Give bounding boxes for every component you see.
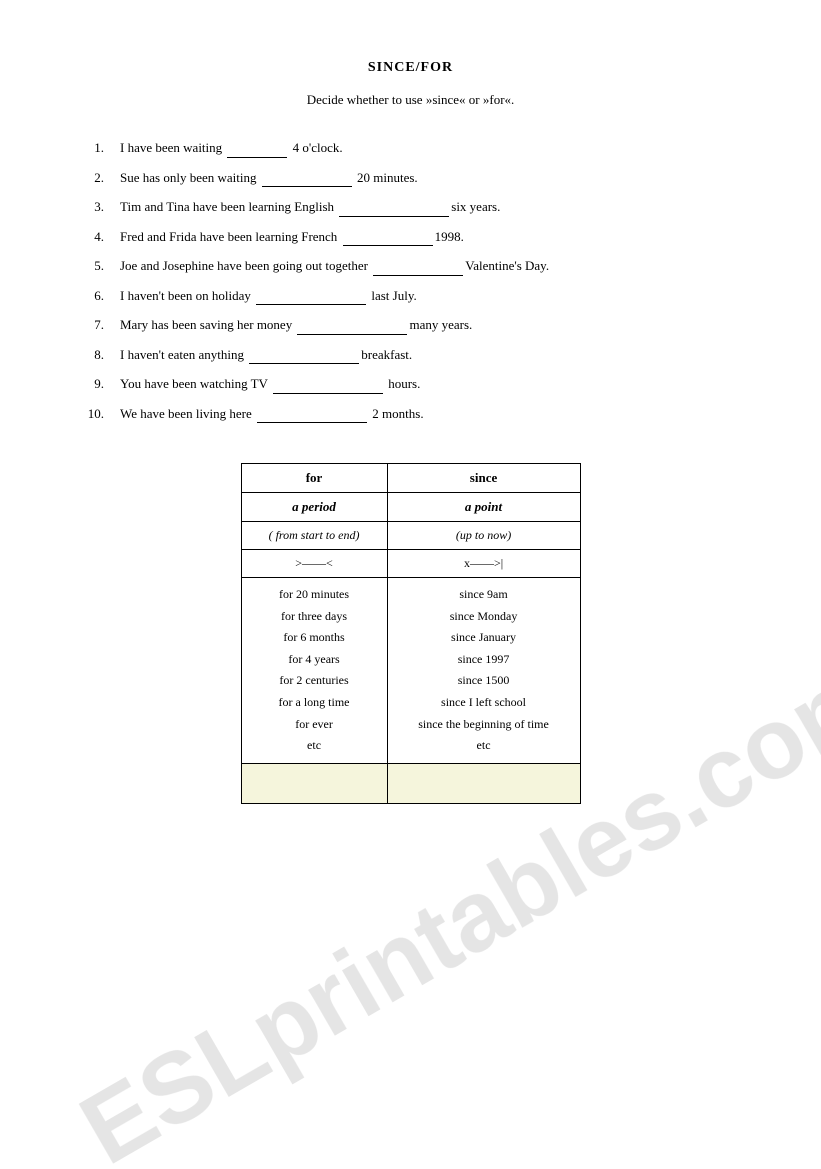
blank-1 (227, 157, 287, 158)
exercise-text-2: Sue has only been waiting 20 minutes. (120, 168, 741, 188)
since-example-2: since Monday (450, 609, 518, 623)
blank-2 (262, 186, 352, 187)
blank-9 (273, 393, 383, 394)
since-example-7: since the beginning of time (418, 717, 549, 731)
exercise-7: 7. Mary has been saving her money many y… (80, 315, 741, 335)
blank-5 (373, 275, 463, 276)
exercise-2: 2. Sue has only been waiting 20 minutes. (80, 168, 741, 188)
exercise-text-4: Fred and Frida have been learning French… (120, 227, 741, 247)
for-example-1: for 20 minutes (279, 587, 349, 601)
exercise-text-9: You have been watching TV hours. (120, 374, 741, 394)
for-example-3: for 6 months (283, 630, 344, 644)
since-example-6: since I left school (441, 695, 526, 709)
table-section: for since a period a point ( from start … (80, 463, 741, 804)
exercise-number-5: 5. (80, 256, 120, 276)
exercise-9: 9. You have been watching TV hours. (80, 374, 741, 394)
exercise-text-10: We have been living here 2 months. (120, 404, 741, 424)
exercise-5: 5. Joe and Josephine have been going out… (80, 256, 741, 276)
exercise-number-6: 6. (80, 286, 120, 306)
for-example-2: for three days (281, 609, 347, 623)
exercise-number-2: 2. (80, 168, 120, 188)
col1-desc: ( from start to end) (241, 522, 387, 550)
exercise-text-1: I have been waiting 4 o'clock. (120, 138, 741, 158)
exercise-4: 4. Fred and Frida have been learning Fre… (80, 227, 741, 247)
empty-cell-1 (241, 763, 387, 803)
exercise-number-3: 3. (80, 197, 120, 217)
since-example-1: since 9am (459, 587, 507, 601)
exercise-number-8: 8. (80, 345, 120, 365)
exercise-number-4: 4. (80, 227, 120, 247)
exercises-section: 1. I have been waiting 4 o'clock. 2. Sue… (80, 138, 741, 423)
exercise-3: 3. Tim and Tina have been learning Engli… (80, 197, 741, 217)
exercise-text-6: I haven't been on holiday last July. (120, 286, 741, 306)
exercise-6: 6. I haven't been on holiday last July. (80, 286, 741, 306)
col2-subheader: a point (387, 493, 580, 522)
col2-arrow: x——>| (387, 550, 580, 578)
col1-subheader: a period (241, 493, 387, 522)
since-example-5: since 1500 (458, 673, 510, 687)
blank-7 (297, 334, 407, 335)
blank-4 (343, 245, 433, 246)
for-example-6: for a long time (279, 695, 350, 709)
for-example-7: for ever (295, 717, 333, 731)
col1-arrow: >——< (241, 550, 387, 578)
since-example-8: etc (477, 738, 491, 752)
col1-examples: for 20 minutes for three days for 6 mont… (241, 578, 387, 764)
exercise-text-8: I haven't eaten anything breakfast. (120, 345, 741, 365)
subtitle: Decide whether to use »since« or »for«. (80, 92, 741, 108)
page-title: SINCE/FOR (80, 60, 741, 76)
exercise-number-10: 10. (80, 404, 120, 424)
col2-header: since (387, 464, 580, 493)
exercise-text-5: Joe and Josephine have been going out to… (120, 256, 741, 276)
exercise-text-3: Tim and Tina have been learning English … (120, 197, 741, 217)
for-example-4: for 4 years (288, 652, 339, 666)
blank-3 (339, 216, 449, 217)
since-example-4: since 1997 (458, 652, 510, 666)
exercise-text-7: Mary has been saving her money many year… (120, 315, 741, 335)
exercise-number-1: 1. (80, 138, 120, 158)
blank-6 (256, 304, 366, 305)
exercise-10: 10. We have been living here 2 months. (80, 404, 741, 424)
exercise-number-9: 9. (80, 374, 120, 394)
for-example-5: for 2 centuries (279, 673, 348, 687)
blank-8 (249, 363, 359, 364)
col2-examples: since 9am since Monday since January sin… (387, 578, 580, 764)
for-example-8: etc (307, 738, 321, 752)
since-example-3: since January (451, 630, 516, 644)
blank-10 (257, 422, 367, 423)
exercise-8: 8. I haven't eaten anything breakfast. (80, 345, 741, 365)
col1-header: for (241, 464, 387, 493)
since-for-table: for since a period a point ( from start … (241, 463, 581, 804)
empty-cell-2 (387, 763, 580, 803)
col2-desc: (up to now) (387, 522, 580, 550)
exercise-number-7: 7. (80, 315, 120, 335)
exercise-1: 1. I have been waiting 4 o'clock. (80, 138, 741, 158)
